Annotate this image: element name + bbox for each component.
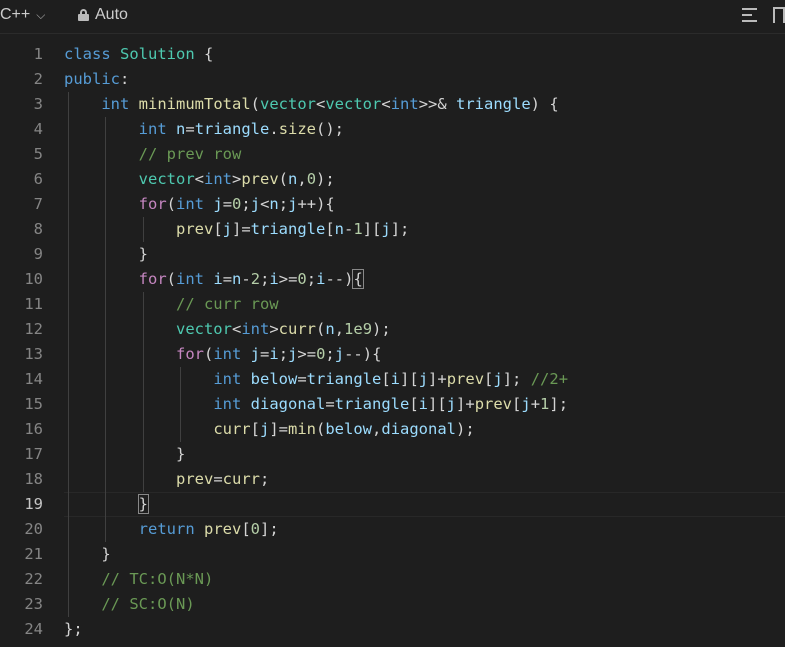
code-text[interactable]: // curr row [64,292,279,317]
code-text[interactable]: int below=triangle[i][j]+prev[j]; //2+ [64,367,568,392]
line-number: 5 [33,145,43,163]
line-number: 1 [33,45,43,63]
line-number: 22 [24,570,43,588]
code-line[interactable]: 1 class Solution { [0,42,785,67]
line-number: 18 [24,470,43,488]
code-text[interactable]: for(int j=i;j>=0;j--){ [64,342,381,367]
code-text[interactable]: vector<int>curr(n,1e9); [64,317,391,342]
code-text[interactable]: // prev row [64,142,242,167]
line-number: 7 [33,195,43,213]
code-text[interactable]: int diagonal=triangle[i][j]+prev[j+1]; [64,392,568,417]
code-line[interactable]: 12 vector<int>curr(n,1e9); [0,317,785,342]
code-text[interactable]: } [64,242,148,267]
line-number: 12 [24,320,43,338]
code-text[interactable]: int n=triangle.size(); [64,117,344,142]
bookmark-icon[interactable] [773,7,785,25]
line-number: 8 [33,220,43,238]
line-number: 3 [33,95,43,113]
chevron-down-icon: ⌵ [36,8,46,22]
line-number: 4 [33,120,43,138]
code-text[interactable]: curr[j]=min(below,diagonal); [64,417,474,442]
code-text[interactable]: }; [64,617,83,642]
line-number: 9 [33,245,43,263]
code-text[interactable]: prev[j]=triangle[n-1][j]; [64,217,409,242]
code-text[interactable]: } [64,542,110,567]
code-text[interactable]: for(int j=0;j<n;j++){ [64,192,335,217]
line-number: 14 [24,370,43,388]
code-line[interactable]: 17 } [0,442,785,467]
code-line[interactable]: 5 // prev row [0,142,785,167]
line-number: 20 [24,520,43,538]
code-line[interactable]: 24}; [0,617,785,642]
code-line[interactable]: 23 // SC:O(N) [0,592,785,617]
code-line[interactable]: 3 int minimumTotal(vector<vector<int>>& … [0,92,785,117]
line-number: 23 [24,595,43,613]
code-line[interactable]: 4 int n=triangle.size(); [0,117,785,142]
code-line[interactable]: 20 return prev[0]; [0,517,785,542]
line-number: 11 [24,295,43,313]
lock-icon [78,9,89,21]
editor-toolbar: C++ ⌵ Auto [0,0,785,34]
code-text[interactable]: int minimumTotal(vector<vector<int>>& tr… [64,92,558,117]
code-line[interactable]: 15 int diagonal=triangle[i][j]+prev[j+1]… [0,392,785,417]
code-text[interactable]: // TC:O(N*N) [64,567,213,592]
language-label: C++ [0,6,31,23]
line-number: 16 [24,420,43,438]
line-number: 2 [33,70,43,88]
code-line[interactable]: 10 for(int i=n-2;i>=0;i--){ [0,267,785,292]
code-text[interactable]: prev=curr; [64,467,269,492]
line-number: 17 [24,445,43,463]
code-line[interactable]: 19 } [0,492,785,517]
code-line[interactable]: 18 prev=curr; [0,467,785,492]
line-number: 10 [24,270,43,288]
list-icon[interactable] [742,8,757,22]
code-line[interactable]: 14 int below=triangle[i][j]+prev[j]; //2… [0,367,785,392]
language-selector[interactable]: C++ ⌵ [0,6,45,24]
code-text[interactable]: for(int i=n-2;i>=0;i--){ [64,267,364,292]
code-line[interactable]: 7 for(int j=0;j<n;j++){ [0,192,785,217]
code-line[interactable]: 16 curr[j]=min(below,diagonal); [0,417,785,442]
code-line[interactable]: 21 } [0,542,785,567]
code-text[interactable]: // SC:O(N) [64,592,194,617]
code-line[interactable]: 2 public: [0,67,785,92]
code-line[interactable]: 9 } [0,242,785,267]
line-number: 19 [24,495,43,513]
auto-mode-toggle[interactable]: Auto [78,6,128,24]
code-line[interactable]: 11 // curr row [0,292,785,317]
line-number: 6 [33,170,43,188]
code-text[interactable]: } [64,492,150,517]
code-text[interactable]: } [64,442,185,467]
code-line[interactable]: 8 prev[j]=triangle[n-1][j]; [0,217,785,242]
code-line[interactable]: 6 vector<int>prev(n,0); [0,167,785,192]
code-line[interactable]: 22 // TC:O(N*N) [0,567,785,592]
code-editor[interactable]: 1 class Solution {2 public: 3 int minimumTo… [0,42,785,642]
code-text[interactable]: vector<int>prev(n,0); [64,167,335,192]
line-number: 21 [24,545,43,563]
code-line[interactable]: 13 for(int j=i;j>=0;j--){ [0,342,785,367]
auto-mode-label: Auto [95,6,128,23]
line-number: 15 [24,395,43,413]
line-number: 13 [24,345,43,363]
code-text[interactable]: class Solution { [64,42,213,67]
line-number: 24 [24,620,43,638]
code-text[interactable]: return prev[0]; [64,517,279,542]
code-text[interactable]: public: [64,67,129,92]
